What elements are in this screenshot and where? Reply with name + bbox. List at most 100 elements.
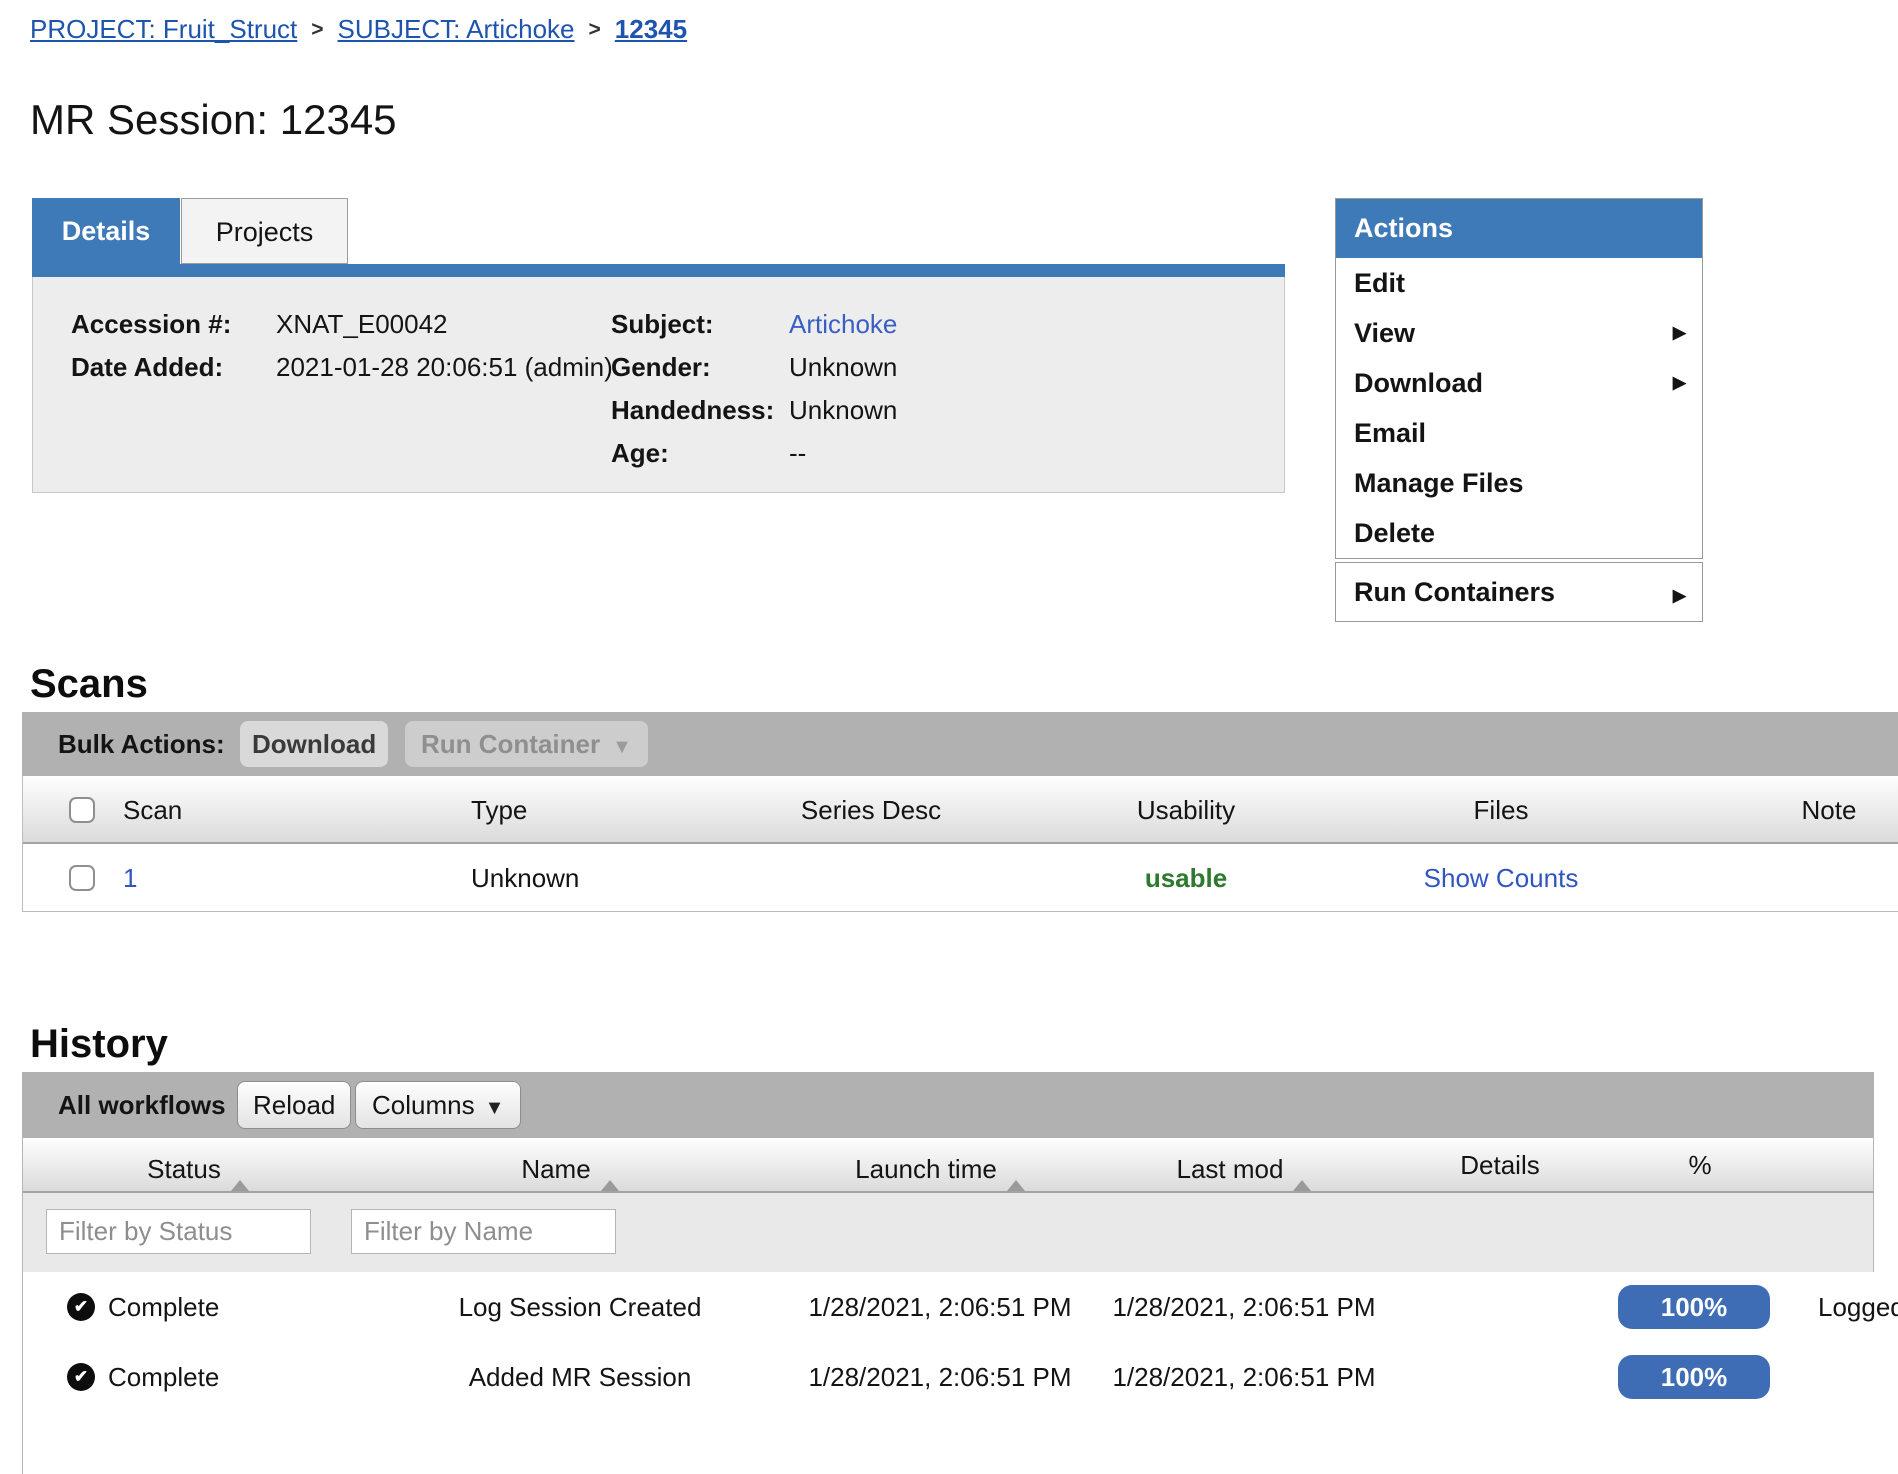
page-title: MR Session: 12345 xyxy=(30,96,397,144)
scan-usability: usable xyxy=(1086,844,1286,912)
action-label: Delete xyxy=(1354,518,1435,548)
columns-button[interactable]: Columns ▼ xyxy=(355,1081,521,1129)
column-label: Status xyxy=(147,1154,221,1184)
scans-toolbar: Bulk Actions: Download Run Container▼ xyxy=(22,712,1898,776)
history-filter-row xyxy=(23,1193,1874,1272)
action-run-containers[interactable]: Run Containers▶ xyxy=(1336,563,1702,621)
breadcrumb-separator: > xyxy=(589,18,601,41)
field-value: -- xyxy=(789,438,806,468)
history-table: Status Name Launch time Last mod Details… xyxy=(22,1138,1874,1474)
filter-status-input[interactable] xyxy=(46,1209,311,1254)
column-header-series-desc: Series Desc xyxy=(771,776,971,844)
action-label: Download xyxy=(1354,368,1483,398)
workflow-name: Added MR Session xyxy=(450,1342,710,1412)
action-download[interactable]: Download ▶ xyxy=(1336,358,1702,408)
filter-name-input[interactable] xyxy=(351,1209,616,1254)
breadcrumb-project-link[interactable]: PROJECT: Fruit_Struct xyxy=(30,14,297,44)
field-label: Gender: xyxy=(611,352,789,383)
column-header-type: Type xyxy=(471,776,527,844)
run-container-label: Run Container xyxy=(421,729,600,759)
column-label: Name xyxy=(521,1154,590,1184)
last-mod: 1/28/2021, 2:06:51 PM xyxy=(1104,1272,1384,1342)
action-label: View xyxy=(1354,318,1415,348)
all-workflows-label: All workflows xyxy=(58,1072,226,1138)
breadcrumb-separator: > xyxy=(311,18,323,41)
download-button[interactable]: Download xyxy=(240,721,388,767)
action-label: Run Containers xyxy=(1354,577,1555,607)
tab-projects[interactable]: Projects xyxy=(181,198,348,264)
history-heading: History xyxy=(30,1022,168,1067)
field-accession: Accession #:XNAT_E00042 xyxy=(71,309,448,340)
workflow-name: Log Session Created xyxy=(450,1272,710,1342)
column-header-note: Note xyxy=(1729,776,1898,844)
field-label: Date Added: xyxy=(71,352,276,383)
column-header-usability: Usability xyxy=(1086,776,1286,844)
actions-menu: Actions Edit View ▶ Download ▶ Email Manag… xyxy=(1335,198,1703,559)
history-row: ✔ Complete Log Session Created 1/28/2021… xyxy=(23,1272,1874,1342)
history-table-header: Status Name Launch time Last mod Details… xyxy=(23,1138,1874,1193)
complete-check-icon: ✔ xyxy=(67,1363,95,1391)
page: PROJECT: Fruit_Struct > SUBJECT: Artichoke… xyxy=(0,0,1898,1474)
breadcrumb-subject-link[interactable]: SUBJECT: Artichoke xyxy=(338,14,575,44)
actions-menu-footer: Run Containers ▶ xyxy=(1335,562,1703,622)
submenu-arrow-icon: ▶ xyxy=(1673,308,1686,358)
columns-button-label: Columns xyxy=(372,1090,475,1120)
action-email[interactable]: Email xyxy=(1336,408,1702,458)
action-edit[interactable]: Edit xyxy=(1336,258,1702,308)
show-counts-link[interactable]: Show Counts xyxy=(1401,844,1601,912)
run-container-button[interactable]: Run Container▼ xyxy=(405,721,648,767)
history-row: ✔ Complete Added MR Session 1/28/2021, 2… xyxy=(23,1342,1874,1412)
tab-strip xyxy=(32,264,1285,277)
subject-link[interactable]: Artichoke xyxy=(789,309,897,339)
column-label: Last mod xyxy=(1177,1154,1284,1184)
scan-type: Unknown xyxy=(471,844,579,912)
reload-button[interactable]: Reload xyxy=(237,1081,351,1129)
field-label: Accession #: xyxy=(71,309,276,340)
field-date-added: Date Added:2021-01-28 20:06:51 (admin) xyxy=(71,352,613,383)
bulk-actions-label: Bulk Actions: xyxy=(58,712,225,776)
field-gender: Gender:Unknown xyxy=(611,352,897,383)
submenu-arrow-icon: ▶ xyxy=(1673,358,1686,408)
scan-id-link[interactable]: 1 xyxy=(123,844,137,912)
field-label: Age: xyxy=(611,438,789,469)
field-value: 2021-01-28 20:06:51 (admin) xyxy=(276,352,613,382)
caret-down-icon: ▼ xyxy=(485,1097,505,1119)
actions-menu-title: Actions xyxy=(1336,199,1702,258)
column-label: Launch time xyxy=(855,1154,997,1184)
field-label: Subject: xyxy=(611,309,789,340)
complete-check-icon: ✔ xyxy=(67,1293,95,1321)
scans-table-header: Scan Type Series Desc Usability Files No… xyxy=(23,776,1898,844)
breadcrumb-session-link[interactable]: 12345 xyxy=(615,14,687,44)
select-scan-checkbox[interactable] xyxy=(69,865,95,891)
launch-time: 1/28/2021, 2:06:51 PM xyxy=(800,1342,1080,1412)
column-header-details: Details xyxy=(1400,1138,1600,1193)
field-value: XNAT_E00042 xyxy=(276,309,448,339)
column-header-scan: Scan xyxy=(123,776,182,844)
column-header-files: Files xyxy=(1401,776,1601,844)
action-label: Email xyxy=(1354,418,1426,448)
column-header-percent: % xyxy=(1620,1138,1780,1193)
workflow-status: ✔ Complete xyxy=(67,1342,219,1412)
action-view[interactable]: View ▶ xyxy=(1336,308,1702,358)
field-subject: Subject:Artichoke xyxy=(611,309,897,340)
select-all-checkbox[interactable] xyxy=(69,797,95,823)
action-delete[interactable]: Delete xyxy=(1336,508,1702,558)
status-text: Complete xyxy=(108,1362,219,1393)
breadcrumb: PROJECT: Fruit_Struct > SUBJECT: Artichoke… xyxy=(30,14,687,45)
launch-time: 1/28/2021, 2:06:51 PM xyxy=(800,1272,1080,1342)
action-label: Manage Files xyxy=(1354,468,1524,498)
action-label: Edit xyxy=(1354,268,1405,298)
tab-details[interactable]: Details xyxy=(32,198,180,264)
workflow-status: ✔ Complete xyxy=(67,1272,219,1342)
action-manage-files[interactable]: Manage Files xyxy=(1336,458,1702,508)
workflow-detail-text: Logged xyxy=(1818,1272,1898,1342)
field-label: Handedness: xyxy=(611,395,789,426)
progress-pill: 100% xyxy=(1618,1355,1770,1399)
last-mod: 1/28/2021, 2:06:51 PM xyxy=(1104,1342,1384,1412)
status-text: Complete xyxy=(108,1292,219,1323)
submenu-arrow-icon: ▶ xyxy=(1673,567,1686,625)
scans-heading: Scans xyxy=(30,662,148,707)
details-panel: Accession #:XNAT_E00042 Date Added:2021-… xyxy=(32,277,1285,493)
field-age: Age:-- xyxy=(611,438,806,469)
history-toolbar: All workflows Reload Columns ▼ xyxy=(22,1072,1874,1138)
